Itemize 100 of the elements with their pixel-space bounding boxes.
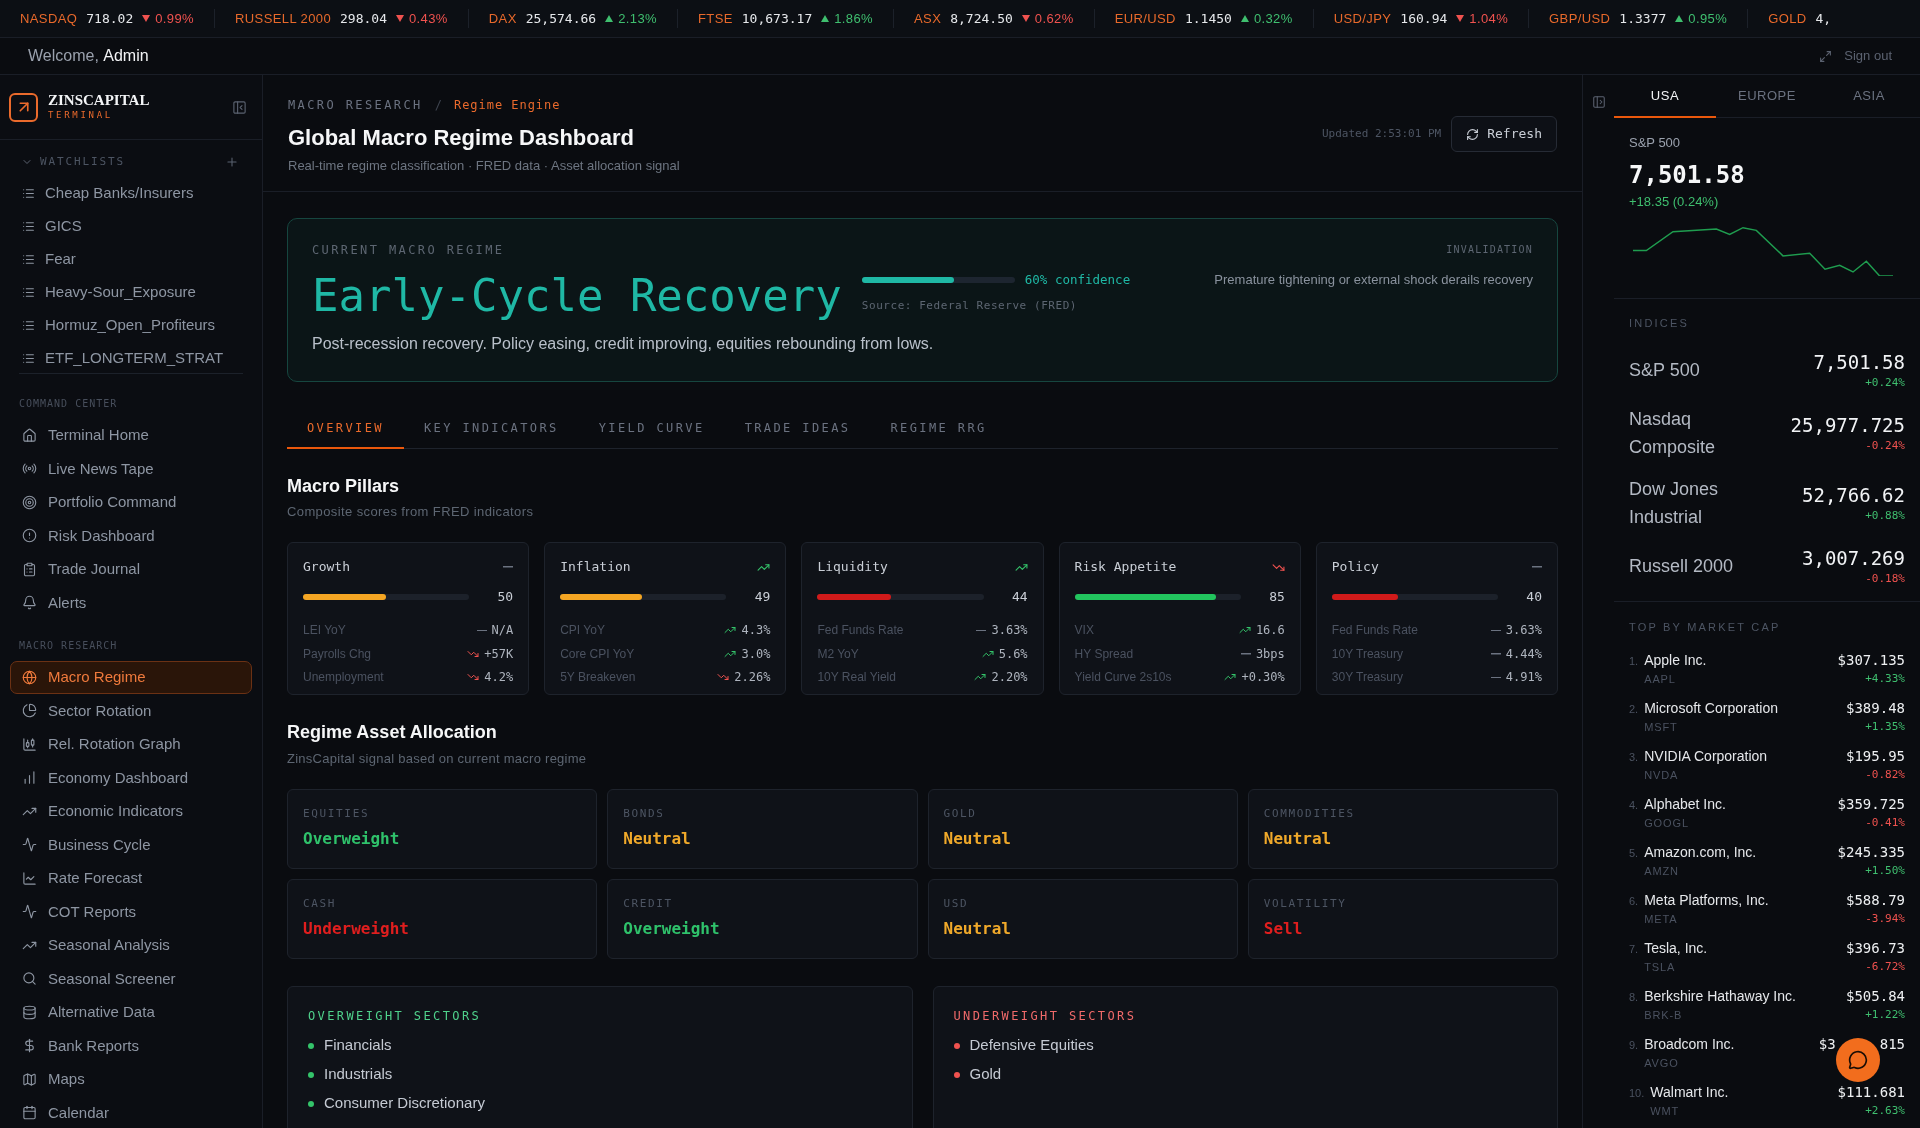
watchlist-item[interactable]: Hormuz_Open_Profiteurs [10,308,252,342]
indicator-value: 4.91% [1505,669,1542,687]
sector-name: Consumer Discretionary [324,1093,485,1114]
tab[interactable]: KEY INDICATORS [404,409,579,449]
sidebar-collapse-icon[interactable] [232,99,247,115]
tab[interactable]: TRADE IDEAS [724,409,871,449]
ticker-symbol: USD/JPY [1333,9,1392,28]
allocation-signal: Overweight [623,918,721,940]
market-tab[interactable]: ASIA [1818,75,1920,118]
ticker-price: 1.3377 [1619,9,1667,28]
watchlist-item[interactable]: Fear [10,242,252,276]
indicator-name: Fed Funds Rate [817,622,904,640]
nav-item[interactable]: Alerts [10,586,252,620]
nav-item[interactable]: Bank Reports [10,1029,252,1063]
panel-toggle-icon[interactable] [1591,95,1606,109]
rank-number: 7. [1629,942,1639,957]
fullscreen-icon[interactable] [1819,49,1833,63]
section-title: Regime Asset Allocation [287,721,498,744]
pillar-name: Inflation [560,558,631,577]
nav-item[interactable]: Economic Indicators [10,794,252,828]
featured-index-name: S&P 500 [1629,134,1682,152]
list-icon [22,252,35,266]
asset-label: CREDIT [623,896,674,912]
company-name: Microsoft Corporation [1644,699,1778,718]
pillar-score: 40 [1525,588,1542,606]
sector-name: Financials [324,1035,392,1056]
indicator-value: N/A [491,622,514,640]
ticker-price: 10,673.17 [741,9,813,28]
stock-price: $396.73 [1846,939,1905,958]
index-name: Russell 2000 [1629,555,1735,578]
stock-change: -0.82% [1865,767,1905,783]
pulse-icon [22,837,37,853]
nav-item[interactable]: Live News Tape [10,452,252,486]
rank-number: 3. [1629,750,1639,765]
nav-item[interactable]: Terminal Home [10,418,252,452]
index-value: 25,977.725 [1790,413,1905,438]
nav-item[interactable]: Risk Dashboard [10,519,252,553]
allocation-signal: Sell [1263,918,1304,940]
nav-item[interactable]: Sector Rotation [10,694,252,728]
pillar-score: 50 [496,588,514,606]
indicator-value: 4.2% [484,669,514,687]
ticker-symbol: NASDAQ [20,9,78,28]
ticker-change: 0.95% [1688,9,1728,28]
stock-ticker: AVGO [1644,1056,1680,1071]
ticker-change: 1.04% [1469,9,1509,28]
stock-ticker: GOOGL [1644,816,1690,831]
nav-item[interactable]: Maps [10,1062,252,1096]
tab[interactable]: REGIME RRG [870,409,1007,449]
nav-item[interactable]: Rate Forecast [10,861,252,895]
breadcrumb-link[interactable]: MACRO RESEARCH [288,96,423,114]
indicator-name: 10Y Real Yield [817,669,896,687]
nav-item[interactable]: Trade Journal [10,552,252,586]
nav-item[interactable]: Seasonal Analysis [10,928,252,962]
ticker-symbol: GBP/USD [1549,9,1611,28]
chat-button[interactable] [1836,1038,1880,1082]
index-change: -0.24% [1865,438,1905,454]
price-fragment: 815 [1879,1035,1905,1054]
nav-item[interactable]: Portfolio Command [10,485,252,519]
nav-item[interactable]: Business Cycle [10,828,252,862]
nav-item[interactable]: Economy Dashboard [10,761,252,795]
nav-item[interactable]: Alternative Data [10,995,252,1029]
ticker-price: 8,724.50 [950,9,1013,28]
refresh-button[interactable]: Refresh [1451,116,1557,152]
globe-icon [22,669,37,685]
indicator-name: 5Y Breakeven [560,669,636,687]
nav-item[interactable]: Calendar [10,1096,252,1128]
tab[interactable]: YIELD CURVE [578,409,725,449]
market-tab[interactable]: EUROPE [1716,75,1818,118]
watchlist-item[interactable]: Heavy-Sour_Exposure [10,275,252,309]
stock-price: $245.335 [1837,843,1905,862]
add-icon[interactable] [225,155,239,170]
watchlist-item[interactable]: Cheap Banks/Insurers [10,176,252,210]
indicator-value: 5.6% [998,645,1028,663]
indicator-name: Unemployment [303,669,384,687]
stock-price: $505.84 [1846,987,1905,1006]
allocation-signal: Overweight [303,828,401,850]
market-tab[interactable]: USA [1614,75,1716,118]
nav-item[interactable]: Rel. Rotation Graph [10,727,252,761]
list-icon [22,186,35,200]
pillar-name: Liquidity [817,558,888,577]
watchlist-item[interactable]: ETF_LONGTERM_STRAT [10,341,252,375]
indicator-name: 30Y Treasury [1331,669,1403,687]
asset-label: GOLD [943,806,978,822]
indicator-value: 3bps [1255,645,1285,663]
stock-ticker: META [1644,912,1679,927]
featured-index-value: 7,501.58 [1629,160,1746,190]
index-change: -0.18% [1865,571,1905,587]
nav-item[interactable]: Macro Regime [10,660,252,694]
nav-item[interactable]: Seasonal Screener [10,962,252,996]
indicator-value: 3.63% [991,622,1028,640]
watchlist-item[interactable]: GICS [10,209,252,243]
indicator-value: 3.0% [741,645,771,663]
stock-price: $359.725 [1837,795,1905,814]
dollar-icon [22,1038,37,1054]
company-name: Meta Platforms, Inc. [1644,891,1769,910]
nav-item[interactable]: COT Reports [10,895,252,929]
pillar-name: Growth [303,558,350,577]
tab[interactable]: OVERVIEW [287,409,404,449]
brand-name: ZINSCAPITAL [48,92,150,109]
breadcrumb-current: Regime Engine [454,97,561,114]
